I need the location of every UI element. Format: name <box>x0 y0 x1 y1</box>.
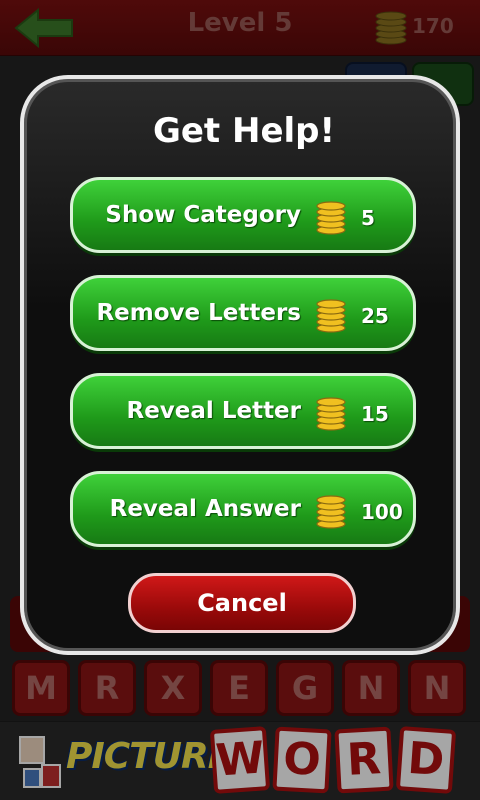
coin-stack-icon <box>315 198 347 240</box>
option-label: Reveal Answer <box>109 496 301 522</box>
option-cost: 15 <box>361 402 389 426</box>
option-cost: 100 <box>361 500 403 524</box>
get-help-dialog: Get Help! Show Category 5 Remove Letters… <box>20 75 460 655</box>
option-label: Remove Letters <box>96 300 301 326</box>
coin-stack-icon <box>315 296 347 338</box>
coin-stack-icon <box>315 492 347 534</box>
show-category-button[interactable]: Show Category 5 <box>70 177 416 253</box>
remove-letters-button[interactable]: Remove Letters 25 <box>70 275 416 351</box>
option-cost: 25 <box>361 304 389 328</box>
reveal-answer-button[interactable]: Reveal Answer 100 <box>70 471 416 547</box>
reveal-letter-button[interactable]: Reveal Letter 15 <box>70 373 416 449</box>
option-label: Show Category <box>105 202 301 228</box>
cancel-button[interactable]: Cancel <box>128 573 356 633</box>
option-cost: 5 <box>361 206 375 230</box>
option-label: Reveal Letter <box>126 398 302 424</box>
coin-stack-icon <box>315 394 347 436</box>
dialog-title: Get Help! <box>152 111 336 151</box>
